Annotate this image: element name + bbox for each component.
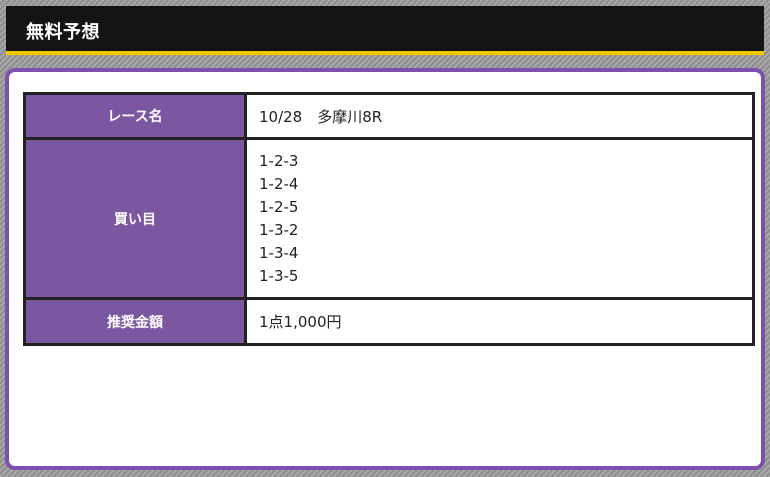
amount-label: 推奨金額 [23,297,247,346]
pick-item: 1-2-5 [259,197,299,216]
pick-item: 1-3-4 [259,243,299,262]
race-name-label: レース名 [23,92,247,140]
pick-item: 1-2-3 [259,151,299,170]
table-row-amount: 推奨金額 1点1,000円 [23,297,755,346]
pick-item: 1-2-4 [259,174,299,193]
pick-item: 1-3-2 [259,220,299,239]
header-bar: 無料予想 [6,6,764,55]
table-row-picks: 買い目 1-2-3 1-2-4 1-2-5 1-3-2 1-3-4 1-3-5 [23,137,755,300]
forecast-panel: レース名 10/28 多摩川8R 買い目 1-2-3 1-2-4 1-2-5 1… [5,68,765,470]
race-name-value: 10/28 多摩川8R [244,92,755,140]
picks-label: 買い目 [23,137,247,300]
table-row-race: レース名 10/28 多摩川8R [23,92,755,140]
page-title: 無料予想 [26,22,100,43]
pick-item: 1-3-5 [259,266,299,285]
forecast-table: レース名 10/28 多摩川8R 買い目 1-2-3 1-2-4 1-2-5 1… [23,92,755,346]
amount-value: 1点1,000円 [244,297,755,346]
picks-cell: 1-2-3 1-2-4 1-2-5 1-3-2 1-3-4 1-3-5 [244,137,755,300]
